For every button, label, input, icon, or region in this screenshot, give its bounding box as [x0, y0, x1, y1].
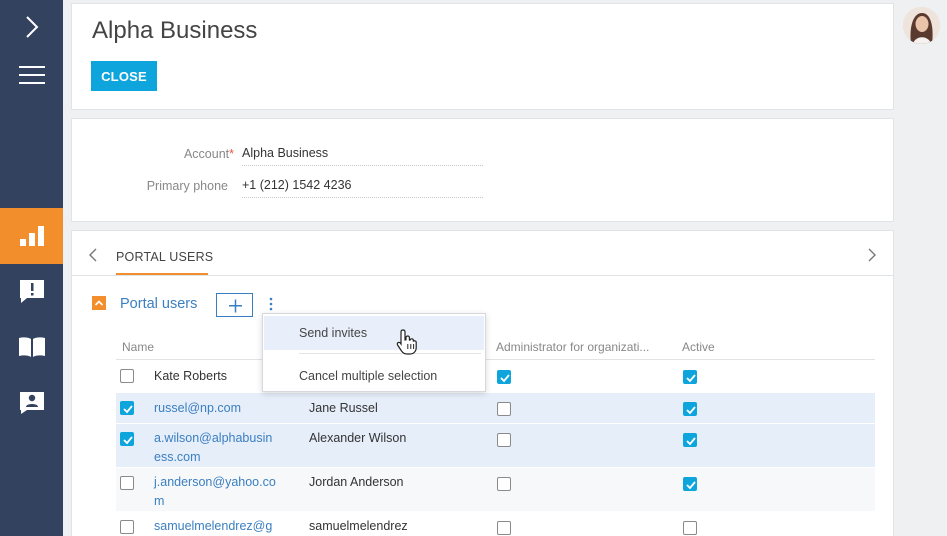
column-header-active[interactable]: Active	[682, 340, 715, 354]
row-select-checkbox[interactable]	[120, 401, 134, 415]
plus-icon	[229, 299, 242, 313]
active-checkbox[interactable]	[683, 402, 697, 416]
menu-divider	[299, 353, 481, 354]
chevron-right-icon[interactable]	[867, 248, 881, 262]
login-cell-line-2[interactable]: m	[154, 492, 164, 511]
kebab-icon[interactable]	[265, 295, 277, 315]
login-cell-line-1[interactable]: a.wilson@alphabusin	[154, 429, 272, 448]
column-header-administrator[interactable]: Administrator for organizati...	[496, 340, 649, 354]
page-header: Alpha Business CLOSE	[71, 3, 894, 110]
login-cell[interactable]: samuelmelendrez@g	[154, 517, 272, 536]
row-select-checkbox[interactable]	[120, 369, 134, 383]
primary-phone-label: Primary phone	[146, 179, 228, 193]
table-row[interactable]: a.wilson@alphabusin ess.com Alexander Wi…	[116, 424, 875, 467]
menu-item-cancel-multiple-selection[interactable]: Cancel multiple selection	[264, 359, 484, 393]
row-select-checkbox[interactable]	[120, 476, 134, 490]
add-record-button[interactable]	[216, 293, 253, 317]
active-checkbox[interactable]	[683, 433, 697, 447]
tab-portal-users[interactable]: PORTAL USERS	[116, 250, 213, 264]
active-checkbox[interactable]	[683, 521, 697, 535]
required-mark: *	[229, 147, 234, 161]
login-cell-line-1[interactable]: j.anderson@yahoo.co	[154, 473, 276, 492]
contact-cell: Jane Russel	[309, 401, 378, 415]
admin-checkbox[interactable]	[497, 370, 511, 384]
admin-checkbox[interactable]	[497, 521, 511, 535]
account-field[interactable]: Alpha Business	[242, 146, 483, 166]
admin-checkbox[interactable]	[497, 477, 511, 491]
admin-checkbox[interactable]	[497, 402, 511, 416]
admin-checkbox[interactable]	[497, 433, 511, 447]
contact-card-icon	[19, 391, 45, 418]
nav-analytics-button[interactable]	[0, 208, 63, 264]
page-title: Alpha Business	[92, 17, 258, 44]
nav-feed-button[interactable]	[0, 264, 63, 320]
left-navigation	[0, 0, 63, 536]
detail-title: Portal users	[120, 296, 198, 312]
account-label: Account*	[183, 147, 234, 161]
row-select-checkbox[interactable]	[120, 520, 134, 534]
account-fields-panel: Account* Alpha Business Primary phone +1…	[71, 118, 894, 222]
chevron-right-icon	[25, 15, 39, 42]
contact-cell: Jordan Anderson	[309, 475, 404, 489]
nav-knowledge-base-button[interactable]	[0, 320, 63, 376]
contact-cell: samuelmelendrez	[309, 519, 408, 533]
active-checkbox[interactable]	[683, 370, 697, 384]
active-checkbox[interactable]	[683, 477, 697, 491]
column-header-name[interactable]: Name	[122, 340, 154, 354]
login-cell: Kate Roberts	[154, 369, 227, 383]
login-cell[interactable]: russel@np.com	[154, 399, 241, 418]
hamburger-menu-icon	[18, 65, 45, 88]
analytics-icon	[19, 223, 45, 250]
nav-contacts-button[interactable]	[0, 376, 63, 432]
table-row[interactable]: Kate Roberts	[116, 361, 875, 392]
feed-icon	[19, 278, 45, 307]
login-cell-line-2[interactable]: ess.com	[154, 448, 201, 467]
table-row[interactable]: j.anderson@yahoo.co m Jordan Anderson	[116, 468, 875, 511]
grid-header: Name Administrator for organizati... Act…	[116, 331, 875, 360]
chevron-up-icon	[94, 300, 104, 306]
collapse-detail-button[interactable]	[92, 296, 106, 310]
table-row[interactable]: russel@np.com Jane Russel	[116, 393, 875, 423]
close-button[interactable]: CLOSE	[91, 61, 157, 91]
chevron-left-icon[interactable]	[88, 248, 102, 262]
right-sidebar	[894, 0, 947, 536]
main-menu-button[interactable]	[0, 48, 63, 104]
avatar[interactable]	[903, 7, 940, 44]
menu-item-send-invites[interactable]: Send invites	[264, 316, 484, 350]
contact-cell: Alexander Wilson	[309, 431, 407, 445]
table-row[interactable]: samuelmelendrez@g samuelmelendrez	[116, 512, 875, 536]
row-select-checkbox[interactable]	[120, 432, 134, 446]
actions-dropdown-menu: Send invites Cancel multiple selection	[262, 313, 486, 392]
primary-phone-field[interactable]: +1 (212) 1542 4236	[242, 178, 483, 198]
tab-divider	[72, 275, 893, 276]
knowledge-base-icon	[18, 336, 46, 361]
hand-cursor-icon	[396, 328, 418, 359]
